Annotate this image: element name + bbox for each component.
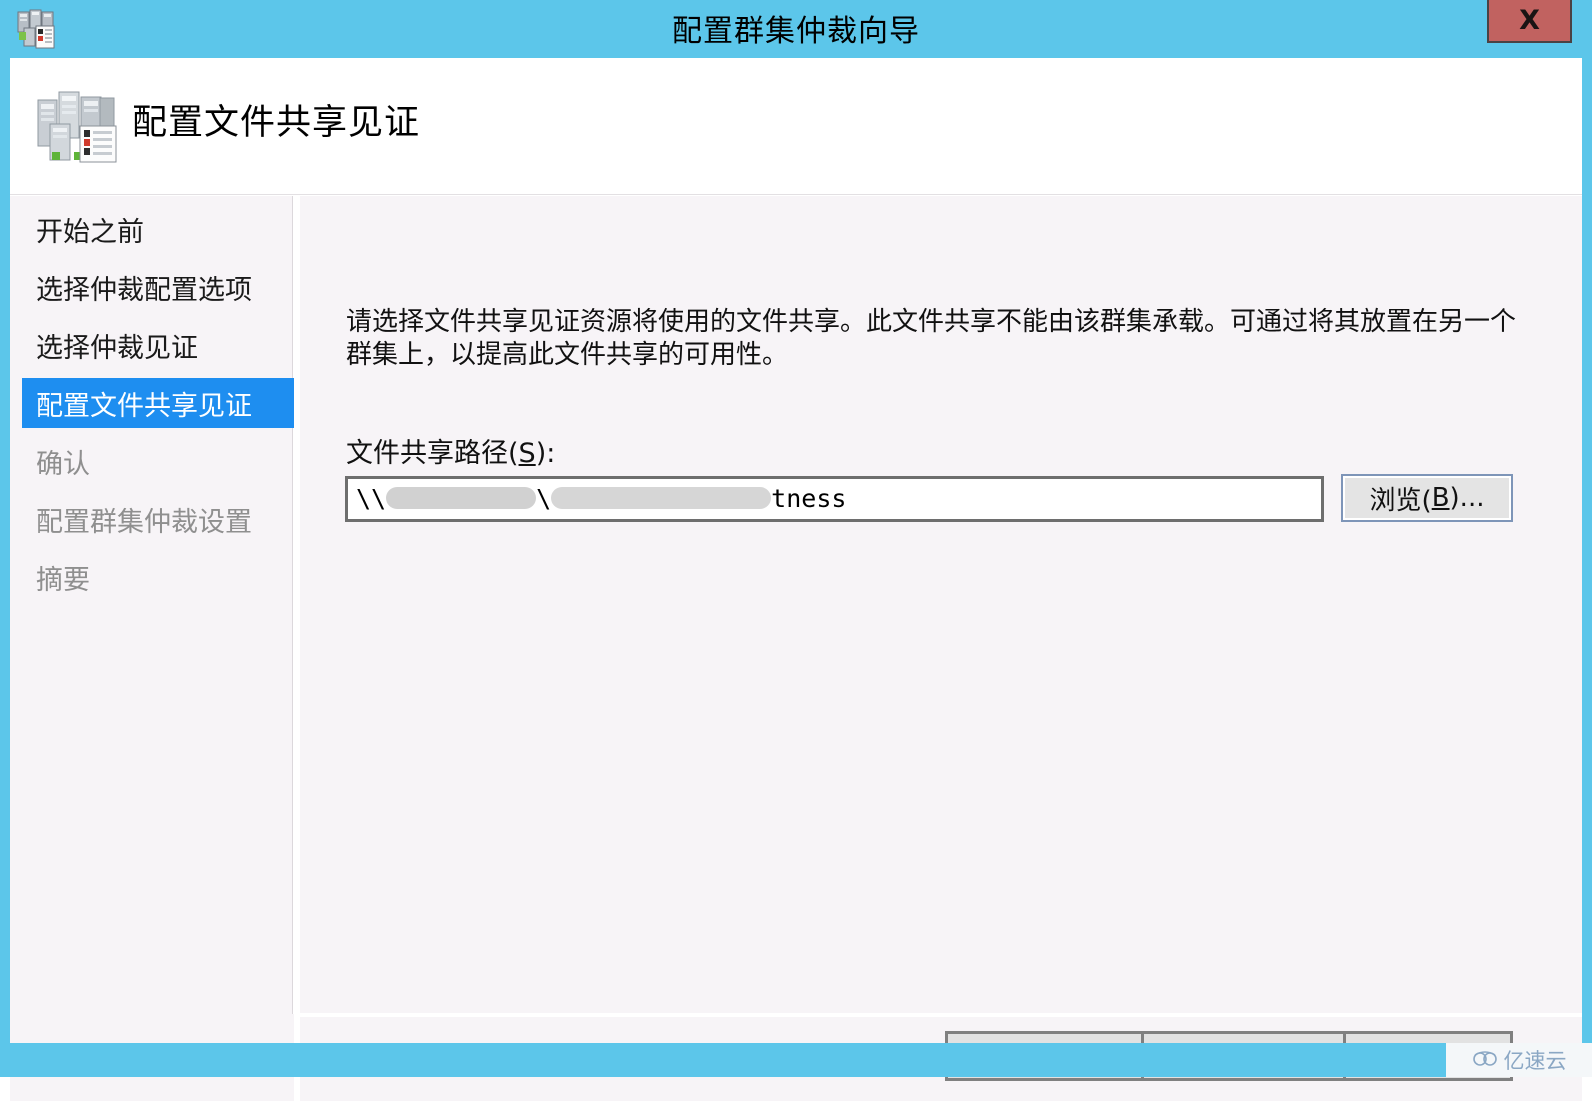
sidebar-item-label: 开始之前 xyxy=(36,216,144,248)
sidebar-item-before-you-begin[interactable]: 开始之前 xyxy=(22,204,297,254)
browse-prefix: 浏览( xyxy=(1369,485,1432,516)
wizard-window: 配置群集仲裁向导 X 配置文件共享见证 开始之前 选择仲裁配置选项 选择仲裁见证… xyxy=(0,0,1592,1101)
browse-button[interactable]: 浏览(B)... xyxy=(1341,474,1513,522)
page-description: 请选择文件共享见证资源将使用的文件共享。此文件共享不能由该群集承载。可通过将其放… xyxy=(346,307,1517,370)
sidebar-item-quorum-config-option[interactable]: 选择仲裁配置选项 xyxy=(22,262,297,312)
cluster-servers-icon xyxy=(36,86,120,164)
close-button[interactable]: X xyxy=(1487,0,1572,43)
dialog-body: 配置文件共享见证 开始之前 选择仲裁配置选项 选择仲裁见证 配置文件共享见证 确… xyxy=(10,58,1582,1101)
browse-suffix: )... xyxy=(1449,483,1485,513)
watermark: 亿速云 xyxy=(1446,1043,1592,1077)
sidebar-item-configure-file-share-witness[interactable]: 配置文件共享见证 xyxy=(22,378,297,428)
content-inner: 请选择文件共享见证资源将使用的文件共享。此文件共享不能由该群集承载。可通过将其放… xyxy=(300,196,1582,1013)
page-title: 配置文件共享见证 xyxy=(132,103,421,143)
page-header: 配置文件共享见证 xyxy=(10,58,1582,195)
wizard-steps-sidebar: 开始之前 选择仲裁配置选项 选择仲裁见证 配置文件共享见证 确认 配置群集仲裁设… xyxy=(10,196,297,1043)
browse-accelerator: B xyxy=(1431,483,1450,513)
watermark-text: 亿速云 xyxy=(1503,1049,1567,1073)
label-suffix: ): xyxy=(535,438,556,469)
cloud-icon xyxy=(1472,1048,1498,1072)
sidebar-item-select-quorum-witness[interactable]: 选择仲裁见证 xyxy=(22,320,297,370)
redacted-server-name xyxy=(386,487,537,509)
window-title: 配置群集仲裁向导 xyxy=(672,14,920,49)
label-prefix: 文件共享路径( xyxy=(346,438,519,469)
content-pane: 请选择文件共享见证资源将使用的文件共享。此文件共享不能由该群集承载。可通过将其放… xyxy=(294,196,1582,1013)
path-prefix: \\ xyxy=(356,484,387,513)
file-share-path-label: 文件共享路径(S): xyxy=(346,431,555,470)
path-visible-tail: tness xyxy=(771,484,847,513)
title-bar: 配置群集仲裁向导 X xyxy=(0,0,1592,58)
sidebar-item-label: 选择仲裁配置选项 xyxy=(36,274,252,306)
sidebar-item-confirmation[interactable]: 确认 xyxy=(22,436,297,486)
sidebar-item-label: 配置文件共享见证 xyxy=(36,390,252,422)
sidebar-item-label: 选择仲裁见证 xyxy=(36,332,198,364)
redacted-share-name xyxy=(551,487,772,509)
sidebar-item-configure-cluster-quorum-settings[interactable]: 配置群集仲裁设置 xyxy=(22,494,297,544)
bottom-strip xyxy=(0,1043,1446,1077)
sidebar-item-label: 配置群集仲裁设置 xyxy=(36,506,252,538)
file-share-path-input[interactable]: \\ \ tness xyxy=(345,476,1324,522)
sidebar-item-label: 确认 xyxy=(36,448,90,480)
path-separator: \ xyxy=(536,484,552,513)
sidebar-item-label: 摘要 xyxy=(36,564,90,596)
sidebar-item-summary[interactable]: 摘要 xyxy=(22,552,297,602)
label-accelerator: S xyxy=(518,438,536,469)
